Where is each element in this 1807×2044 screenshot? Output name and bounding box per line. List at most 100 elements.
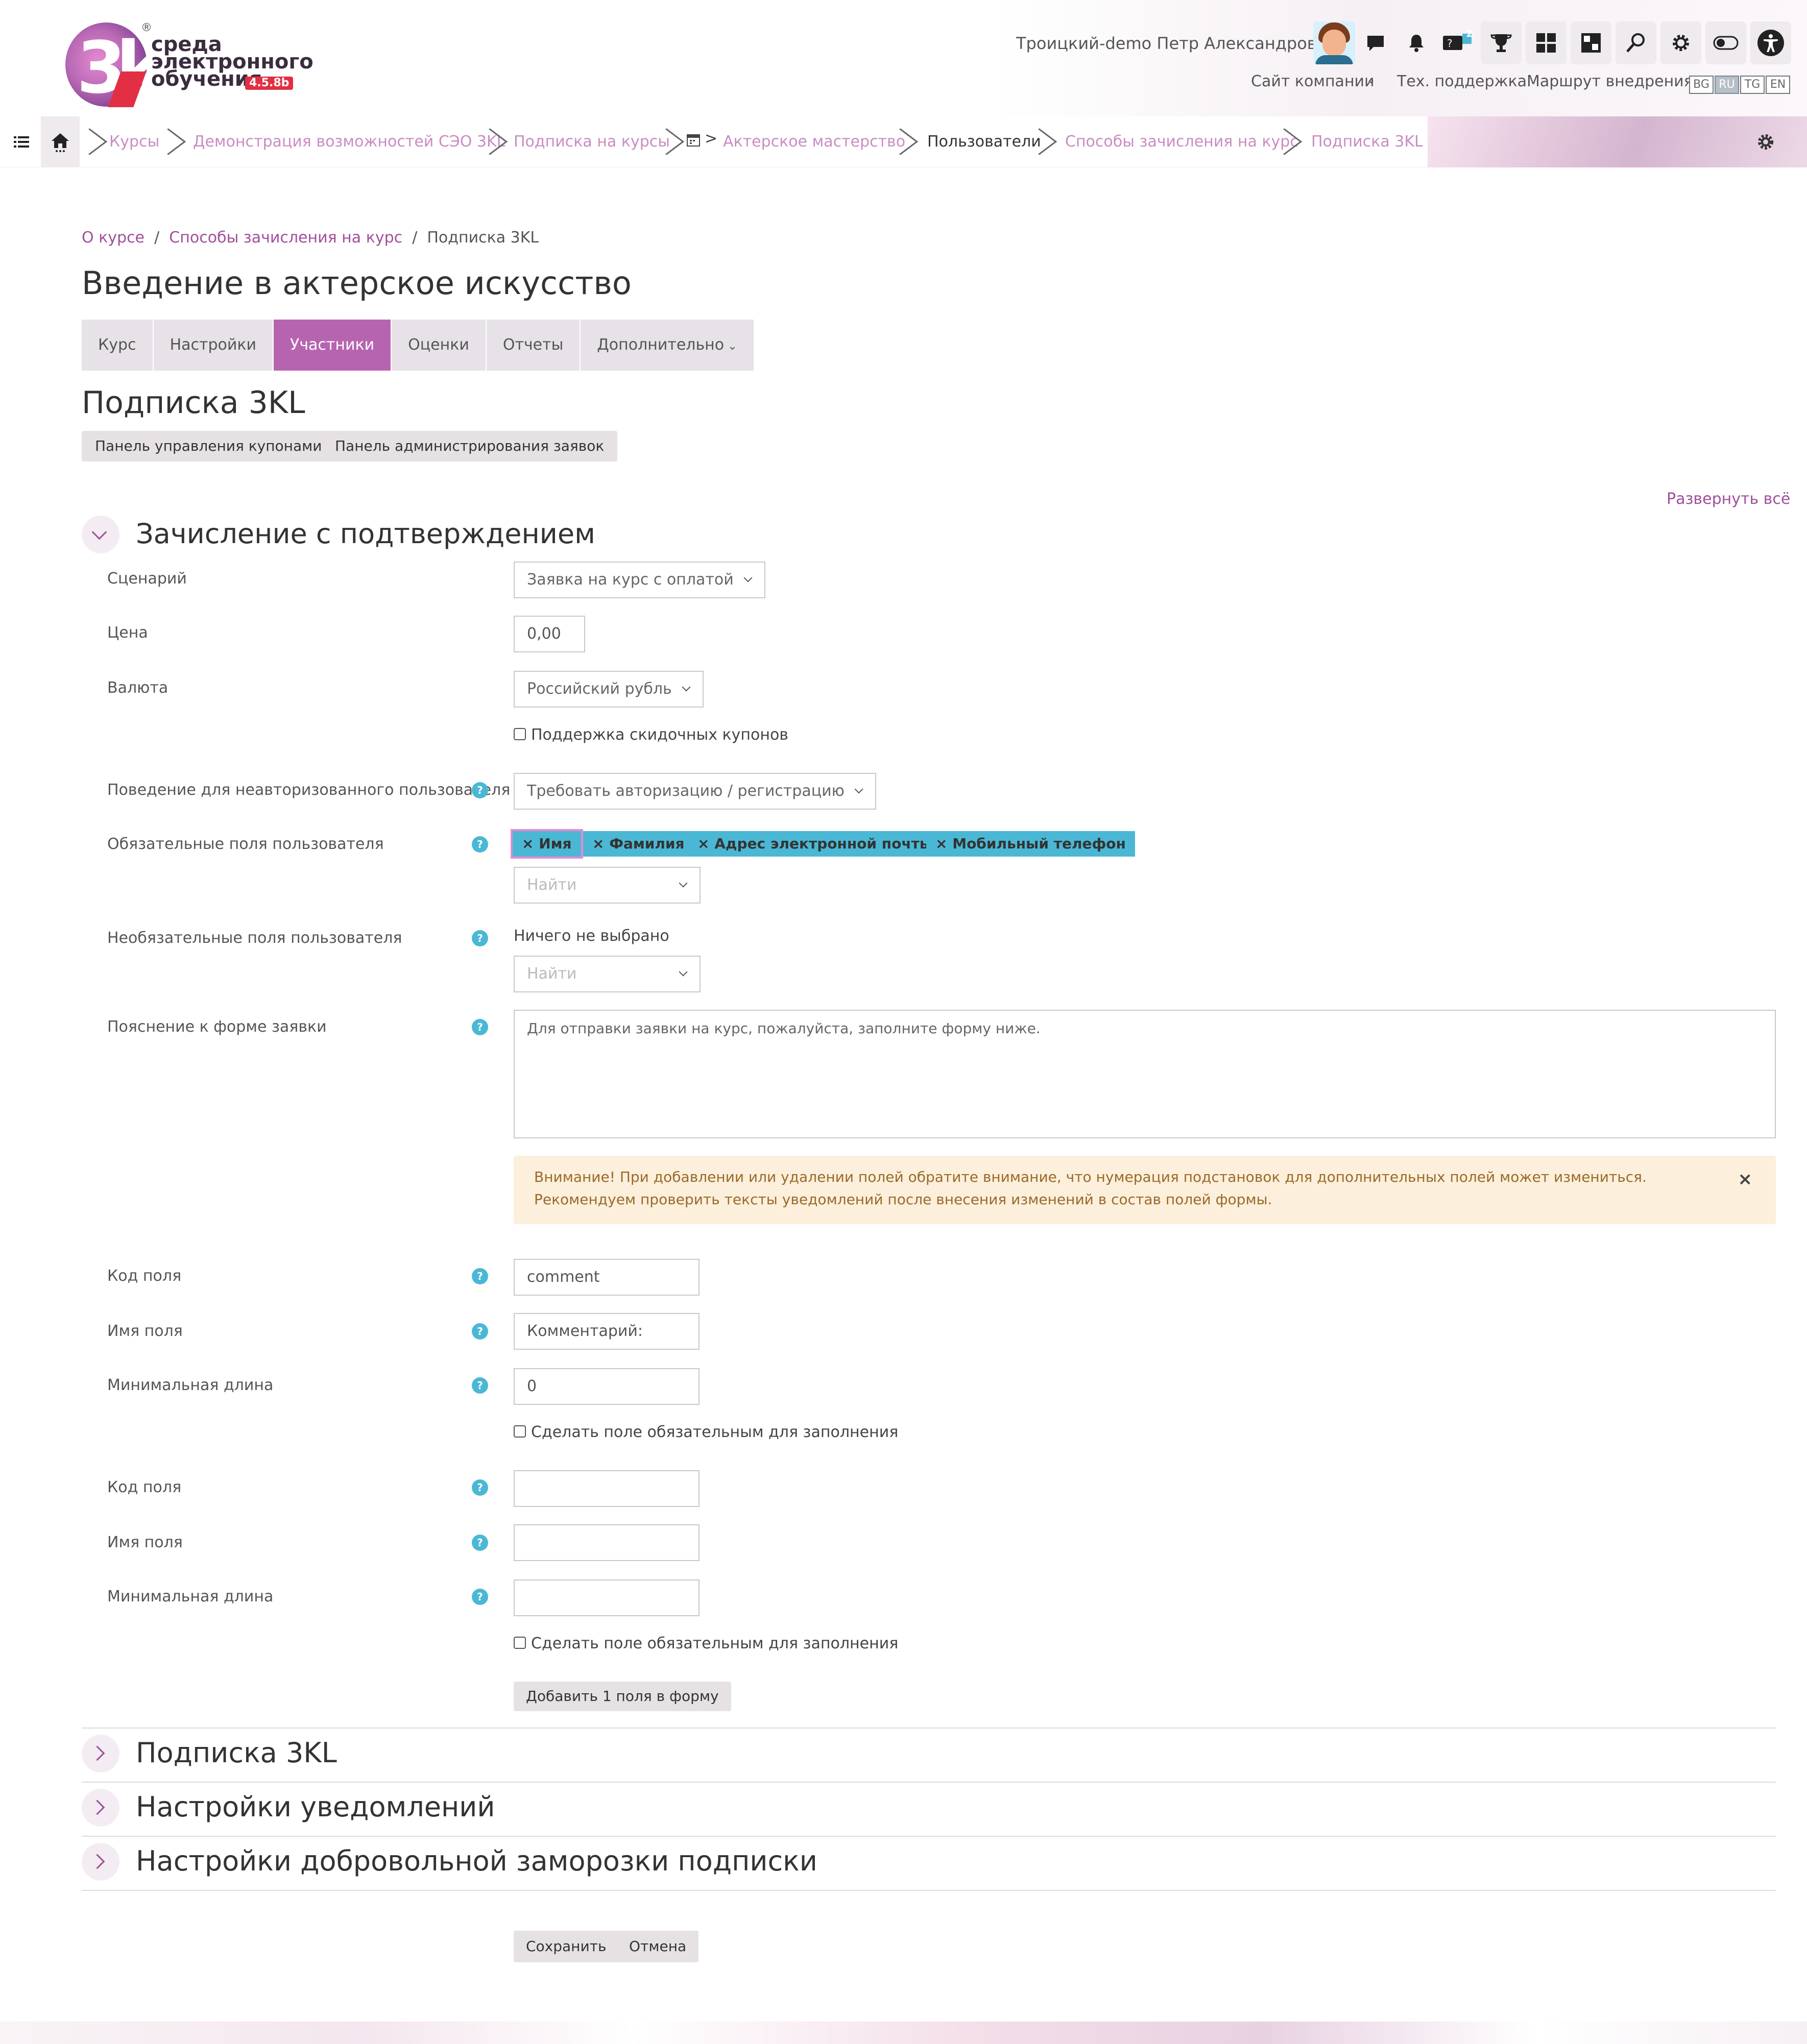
help-icon[interactable]: ? [472, 1535, 488, 1551]
dashboard-icon[interactable] [1526, 21, 1567, 64]
bell-icon[interactable] [1396, 21, 1437, 64]
note-label: Пояснение к форме заявки [107, 1018, 327, 1036]
min-length-input[interactable]: 0 [514, 1368, 700, 1405]
menu-list-icon[interactable] [7, 116, 36, 167]
search-icon[interactable] [1616, 21, 1656, 64]
help-icon[interactable]: ? [472, 782, 488, 798]
close-icon[interactable]: × [1738, 1169, 1753, 1189]
gallery-icon[interactable] [1571, 21, 1611, 64]
lang-bg[interactable]: BG [1689, 76, 1714, 94]
required-fields-label: Обязательные поля пользователя [107, 835, 384, 853]
trophy-icon[interactable] [1481, 21, 1522, 64]
tab-participants[interactable]: Участники [274, 320, 392, 371]
checkbox[interactable] [514, 1636, 526, 1649]
tab-more[interactable]: Дополнительно ⌄ [581, 320, 755, 371]
expand-all-link[interactable]: Развернуть всё [1667, 490, 1790, 508]
help-icon[interactable]: ? [472, 1323, 488, 1340]
breadcrumb-about[interactable]: О курсе [82, 229, 144, 247]
help-badge-icon[interactable]: ? 2 [1437, 21, 1478, 64]
note-textarea[interactable]: Для отправки заявки на курс, пожалуйста,… [514, 1010, 1776, 1138]
chevron-down-icon[interactable]: ⌄ [1366, 74, 1376, 86]
field-code-input[interactable]: comment [514, 1259, 700, 1296]
help-icon[interactable]: ? [472, 1268, 488, 1284]
price-input[interactable]: 0,00 [514, 616, 585, 652]
coupons-checkbox[interactable]: Поддержка скидочных купонов [514, 726, 788, 744]
section-expand-icon[interactable] [82, 1789, 119, 1827]
tag-email[interactable]: × Адрес электронной почты [688, 831, 942, 857]
help-icon[interactable]: ? [472, 1377, 488, 1394]
required-fields-search[interactable]: Найти [514, 867, 701, 904]
add-field-button[interactable]: Добавить 1 поля в форму [514, 1682, 731, 1711]
breadcrumb-current: Подписка 3KL [427, 229, 539, 247]
navbar-item-enrol-methods[interactable]: Способы зачисления на курс [1065, 116, 1298, 167]
footer-decoration [0, 2022, 1807, 2044]
chat-icon[interactable] [1355, 21, 1396, 64]
help-icon[interactable]: ? [472, 1589, 488, 1605]
checkbox[interactable] [514, 1425, 526, 1438]
field-name-label: Имя поля [107, 1322, 183, 1340]
unauth-label: Поведение для неавторизованного пользова… [107, 781, 511, 799]
scenario-label: Сценарий [107, 570, 187, 588]
required-field-checkbox[interactable]: Сделать поле обязательным для заполнения [514, 1635, 898, 1652]
navbar-item-subscriptions[interactable]: Подписка на курсы [514, 116, 670, 167]
tag-first-name[interactable]: × Имя [511, 829, 583, 859]
settings-gear-icon[interactable] [1751, 116, 1780, 167]
toggle-icon[interactable] [1705, 21, 1746, 64]
section-collapse-icon[interactable] [82, 516, 119, 553]
section-title-subscription[interactable]: Подписка 3KL [136, 1737, 337, 1769]
section-title-notifications[interactable]: Настройки уведомлений [136, 1791, 495, 1823]
cancel-button[interactable]: Отмена [617, 1931, 699, 1962]
field-name-input[interactable] [514, 1524, 700, 1561]
required-field-checkbox[interactable]: Сделать поле обязательным для заполнения [514, 1423, 898, 1441]
lang-en[interactable]: EN [1766, 76, 1790, 94]
warning-alert: Внимание! При добавлении или удалении по… [514, 1156, 1776, 1224]
coupons-panel-button[interactable]: Панель управления купонами [82, 431, 335, 461]
navbar-item-subscription-3kl[interactable]: Подписка 3KL [1311, 116, 1423, 167]
help-icon[interactable]: ? [472, 1479, 488, 1496]
section-expand-icon[interactable] [82, 1843, 119, 1881]
breadcrumb-bar: Курсы Демонстрация возможностей СЭО 3KL … [0, 116, 1807, 167]
accessibility-icon[interactable] [1750, 21, 1791, 64]
currency-select[interactable]: Российский рубль [514, 671, 704, 708]
lang-ru[interactable]: RU [1715, 76, 1739, 94]
optional-none-text: Ничего не выбрано [514, 927, 669, 945]
tab-course[interactable]: Курс [82, 320, 154, 371]
help-icon[interactable]: ? [472, 930, 488, 946]
optional-fields-label: Необязательные поля пользователя [107, 929, 402, 947]
tab-reports[interactable]: Отчеты [486, 320, 581, 371]
site-logo[interactable]: 3k ® среда электронного обучения 4.5.8b [65, 21, 314, 110]
support-link[interactable]: Тех. поддержка [1397, 72, 1527, 90]
unauth-select[interactable]: Требовать авторизацию / регистрацию [514, 773, 876, 810]
scenario-select[interactable]: Заявка на курс с оплатой [514, 562, 765, 598]
field-code-input[interactable] [514, 1470, 700, 1507]
help-icon[interactable]: ? [472, 836, 488, 853]
navbar-item-demo[interactable]: Демонстрация возможностей СЭО 3KL [193, 116, 505, 167]
section-title-freeze[interactable]: Настройки добровольной заморозки подписк… [136, 1845, 817, 1877]
checkbox[interactable] [514, 727, 526, 740]
field-code-label: Код поля [107, 1478, 182, 1496]
lang-tg[interactable]: TG [1740, 76, 1765, 94]
field-name-input[interactable]: Комментарий: [514, 1313, 700, 1350]
gear-icon[interactable] [1660, 21, 1701, 64]
breadcrumb-enrol-methods[interactable]: Способы зачисления на курс [169, 229, 402, 247]
tag-mobile[interactable]: × Мобильный телефон [926, 831, 1135, 857]
optional-fields-search[interactable]: Найти [514, 956, 701, 992]
help-icon[interactable]: ? [472, 1019, 488, 1035]
user-name[interactable]: Троицкий-demo Петр Александрович [1016, 34, 1337, 53]
section-expand-icon[interactable] [82, 1735, 119, 1772]
tag-last-name[interactable]: × Фамилия [583, 831, 694, 857]
tab-grades[interactable]: Оценки [392, 320, 487, 371]
save-button[interactable]: Сохранить [514, 1931, 619, 1962]
navbar-item-acting[interactable]: Актерское мастерство [723, 116, 905, 167]
top-header: 3k ® среда электронного обучения 4.5.8b … [0, 0, 1807, 116]
route-link[interactable]: Маршрут внедрения [1527, 72, 1693, 90]
chevron-right-icon: > [705, 130, 718, 148]
help-badge-count: 2 [1466, 29, 1473, 39]
tab-settings[interactable]: Настройки [153, 320, 274, 371]
section-title-enrol-approval[interactable]: Зачисление с подтверждением [136, 518, 595, 550]
requests-panel-button[interactable]: Панель администрирования заявок [322, 431, 618, 461]
company-site-link[interactable]: Сайт компании [1251, 72, 1375, 90]
min-length-input[interactable] [514, 1579, 700, 1616]
logo-mark: 3k [65, 22, 163, 110]
avatar[interactable] [1313, 21, 1355, 64]
